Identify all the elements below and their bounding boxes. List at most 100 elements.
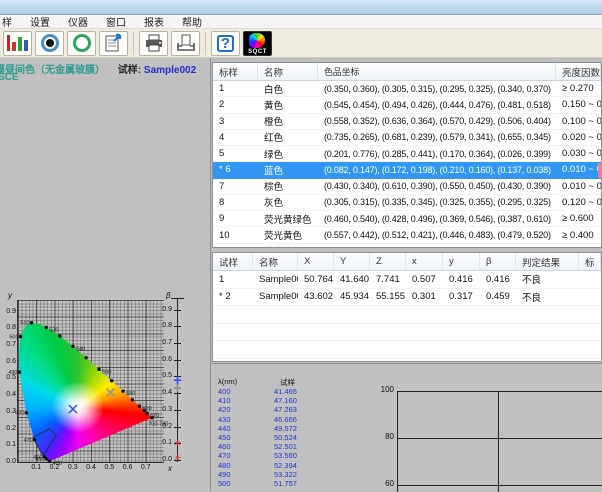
toolbar: ? SQCT [0,29,602,58]
chart-view-button[interactable] [3,31,32,56]
beta-tick-label: 0.7 [156,339,172,346]
locus-dot-540 [71,345,74,348]
standard-factor: 0.010 ~ 0.090 [556,179,601,194]
target-circle-icon [41,34,59,52]
wavelength-value: 410 [212,396,274,405]
beta-marker: + [169,384,186,394]
menu-item-2[interactable]: 仪器 [59,14,97,29]
sample-label: 试样: [118,65,141,76]
standards-table-row[interactable]: 4红色(0.735, 0.265), (0.681, 0.239), (0.57… [213,130,601,146]
sqct-button[interactable]: SQCT [243,31,272,56]
samples-col-header[interactable]: 名称 [253,253,298,270]
reflectance-value: 47.160 [274,396,297,405]
standards-table-row[interactable]: 11荧光橙色(0.645, 0.355), (0.595, 0.351), (0… [213,244,601,248]
sqct-label: SQCT [244,49,271,55]
samples-table: 试样名称XYZxyβ判定结果标 1Sample00150.76441.6407.… [212,252,602,362]
reflectance-value: 47.263 [274,405,297,414]
standards-table-row[interactable]: 7棕色(0.430, 0.340), (0.610, 0.390), (0.55… [213,179,601,195]
menu-item-5[interactable]: 帮助 [173,14,211,29]
standards-table-row[interactable]: 9荧光黄绿色(0.460, 0.540), (0.428, 0.496), (0… [213,211,601,227]
sample-name[interactable]: Sample002 [144,65,196,76]
menu-item-1[interactable]: 设置 [21,14,59,29]
samples-col-header[interactable]: Z [370,253,406,270]
printer-icon [144,34,164,52]
locus-dot-460 [43,455,46,458]
sample-cell: 50.764 [298,271,334,288]
wavelength-value: 460 [212,442,274,451]
samples-col-header[interactable]: Y [334,253,370,270]
sample-cell: 0.317 [443,289,480,306]
samples-col-header[interactable]: 试样 [213,253,253,270]
locus-dot-510 [30,321,33,324]
cie-x-tick: 0.3 [66,464,80,471]
gridline-vertical [498,391,499,492]
samples-col-header[interactable]: X [298,253,334,270]
locus-dot-400 [48,459,51,462]
app-window: { "menu": { "items": ["样", "设置", "仪器", "… [0,0,602,491]
wavelength-value: 440 [212,424,274,433]
samples-col-header[interactable]: x [406,253,443,270]
menu-item-0[interactable]: 样 [0,14,21,29]
cie-y-tick: 0.8 [1,324,16,331]
samples-empty-row [213,324,601,342]
report-button[interactable] [99,31,128,56]
standard-name: 黄色 [258,97,318,112]
samples-empty-row [213,306,601,324]
sample-marker-Sample002 [69,405,77,413]
standard-name: 绿色 [258,146,318,161]
standard-coords: (0.350, 0.360), (0.305, 0.315), (0.295, … [318,81,556,96]
sample-cell: 7.741 [370,271,406,288]
print-button[interactable] [139,31,168,56]
locus-label-470: 470 [23,438,32,444]
standards-table-row[interactable]: 10荧光黄色(0.557, 0.442), (0.512, 0.421), (0… [213,227,601,243]
samples-col-header[interactable]: 标 [579,253,601,270]
samples-col-header[interactable]: β [480,253,516,270]
reflectance-value: 53.322 [274,470,297,479]
spectral-row: 45050.524 [212,433,362,442]
standards-col-header[interactable]: 名称 [258,63,318,80]
sample-cell: 43.602 [298,289,334,306]
sample-cell: 不良 [516,271,579,288]
cie-y-tick: 0.1 [1,441,16,448]
spectral-row: 46052.501 [212,442,362,451]
standards-table-row[interactable]: 3橙色(0.558, 0.352), (0.636, 0.364), (0.57… [213,114,601,130]
chart-y-tick: 80 [376,432,394,441]
spectral-chart [397,391,602,492]
standard-factor: 0.010 ~ 0.100 [556,162,601,177]
reflectance-value: 41.465 [274,387,297,396]
wavelength-value: 500 [212,479,274,488]
wavelength-value: 480 [212,461,274,470]
locus-dot-490 [18,370,21,373]
ring-circle-icon [73,34,91,52]
samples-table-row[interactable]: * 2Sample00243.60245.93455.1550.3010.317… [213,289,601,307]
standards-table-row[interactable]: * 6蓝色(0.082, 0.147), (0.172, 0.198), (0.… [213,162,601,178]
menu-item-3[interactable]: 窗口 [97,14,135,29]
standards-table-row[interactable]: 2黄色(0.545, 0.454), (0.494, 0.426), (0.44… [213,97,601,113]
locus-label-580: 580 [126,391,135,397]
help-button[interactable]: ? [211,31,240,56]
locus-dot-470 [33,438,36,441]
samples-table-row[interactable]: 1Sample00150.76441.6407.7410.5070.4160.4… [213,271,601,289]
standards-col-header[interactable]: 色品坐标 [318,63,556,80]
samples-col-header[interactable]: y [443,253,480,270]
locus-dot-530 [58,334,61,337]
bar-chart-icon [7,35,28,51]
cie-x-tick: 0.4 [84,464,98,471]
spectral-row: 42047.263 [212,405,362,414]
standards-col-header[interactable]: 标样 [213,63,258,80]
standards-table-row[interactable]: 8灰色(0.305, 0.315), (0.335, 0.345), (0.32… [213,195,601,211]
save-output-button[interactable] [171,31,200,56]
measure-sample-button[interactable] [67,31,96,56]
beta-tick-label: 0.8 [156,322,172,329]
measure-standard-button[interactable] [35,31,64,56]
sample-cell: 0.301 [406,289,443,306]
sample-cell: 55.155 [370,289,406,306]
standard-name: 白色 [258,81,318,96]
menu-item-4[interactable]: 报表 [135,14,173,29]
samples-empty-row [213,359,601,363]
standards-table-row[interactable]: 5绿色(0.201, 0.776), (0.285, 0.441), (0.17… [213,146,601,162]
standards-table-row[interactable]: 1白色(0.350, 0.360), (0.305, 0.315), (0.29… [213,81,601,97]
standards-col-header[interactable]: 亮度因数 [556,63,601,80]
samples-col-header[interactable]: 判定结果 [516,253,579,270]
spectral-row: 48052.394 [212,461,362,470]
